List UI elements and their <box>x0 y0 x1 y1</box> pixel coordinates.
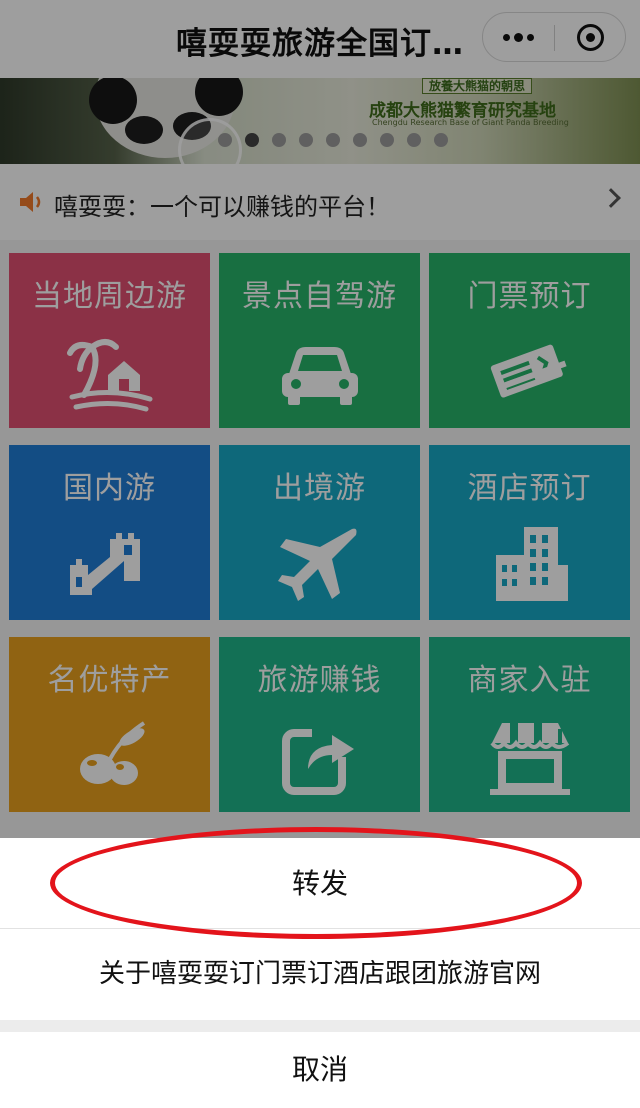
about-button[interactable]: 关于嘻耍耍订门票订酒店跟团旅游官网 <box>0 929 640 1020</box>
red-annotation-circle <box>50 827 582 939</box>
divider-gap <box>0 1020 640 1032</box>
cancel-button[interactable]: 取消 <box>0 1032 640 1108</box>
